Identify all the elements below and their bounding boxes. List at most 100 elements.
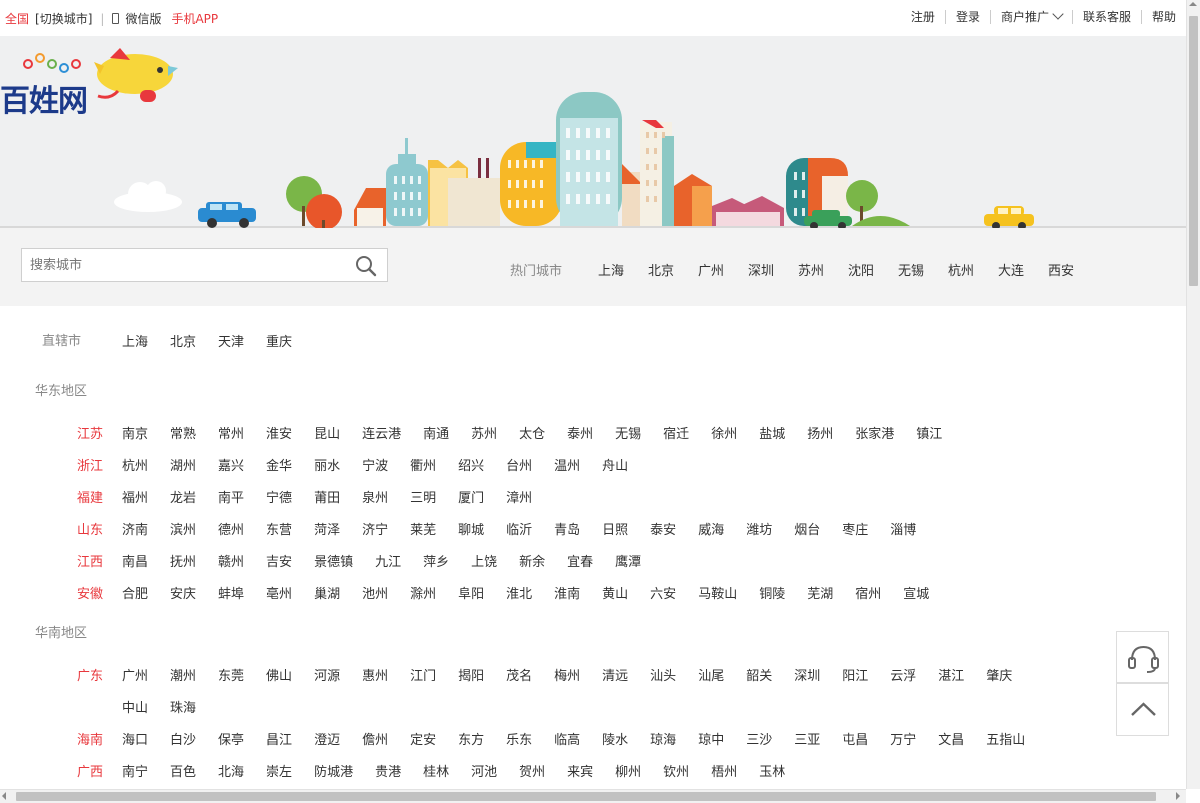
city-link[interactable]: 深圳 [794,665,820,684]
city-link[interactable]: 东方 [458,729,484,748]
city-link[interactable]: 连云港 [362,423,401,442]
help-link[interactable]: 帮助 [1140,10,1186,24]
city-link[interactable]: 重庆 [266,331,292,350]
city-link[interactable]: 宁波 [362,455,388,474]
site-logo[interactable]: 百姓网 [0,76,88,120]
city-link[interactable]: 杭州 [122,455,148,474]
city-link[interactable]: 吉安 [266,551,292,570]
hot-city-link[interactable]: 大连 [998,260,1048,279]
search-icon[interactable] [355,255,377,277]
province-fujian[interactable]: 福建 [77,487,103,506]
city-link[interactable]: 泉州 [362,487,388,506]
city-link[interactable]: 淮北 [506,583,532,602]
city-link[interactable]: 文昌 [938,729,964,748]
horizontal-scroll-thumb[interactable] [16,792,1156,801]
city-link[interactable]: 惠州 [362,665,388,684]
city-link[interactable]: 鹰潭 [615,551,641,570]
city-link[interactable]: 烟台 [794,519,820,538]
city-link[interactable]: 镇江 [916,423,942,442]
city-link[interactable]: 宜春 [567,551,593,570]
city-link[interactable]: 五指山 [986,729,1025,748]
city-link[interactable]: 泰安 [650,519,676,538]
login-link[interactable]: 登录 [944,10,990,24]
hot-city-link[interactable]: 苏州 [798,260,848,279]
city-link[interactable]: 台州 [506,455,532,474]
scroll-right-arrow[interactable] [1176,792,1180,800]
city-link[interactable]: 梅州 [554,665,580,684]
city-link[interactable]: 茂名 [506,665,532,684]
city-link[interactable]: 泰州 [567,423,593,442]
city-link[interactable]: 肇庆 [986,665,1012,684]
city-link[interactable]: 三沙 [746,729,772,748]
city-link[interactable]: 百色 [170,761,196,780]
city-link[interactable]: 亳州 [266,583,292,602]
city-link[interactable]: 金华 [266,455,292,474]
city-link[interactable]: 苏州 [471,423,497,442]
city-link[interactable]: 福州 [122,487,148,506]
city-link[interactable]: 韶关 [746,665,772,684]
province-anhui[interactable]: 安徽 [77,583,103,602]
city-link[interactable]: 乐东 [506,729,532,748]
city-link[interactable]: 池州 [362,583,388,602]
city-link[interactable]: 南平 [218,487,244,506]
city-link[interactable]: 儋州 [362,729,388,748]
city-link[interactable]: 钦州 [663,761,689,780]
hot-city-link[interactable]: 沈阳 [848,260,898,279]
city-link[interactable]: 清远 [602,665,628,684]
city-link[interactable]: 济宁 [362,519,388,538]
city-link[interactable]: 黄山 [602,583,628,602]
city-link[interactable]: 潍坊 [746,519,772,538]
city-link[interactable]: 白沙 [170,729,196,748]
city-link[interactable]: 马鞍山 [698,583,737,602]
city-link[interactable]: 南宁 [122,761,148,780]
city-link[interactable]: 东莞 [218,665,244,684]
city-link[interactable]: 南昌 [122,551,148,570]
city-link[interactable]: 徐州 [711,423,737,442]
city-link[interactable]: 佛山 [266,665,292,684]
city-link[interactable]: 阜阳 [458,583,484,602]
city-link[interactable]: 梧州 [711,761,737,780]
city-link[interactable]: 无锡 [615,423,641,442]
city-link[interactable]: 日照 [602,519,628,538]
city-link[interactable]: 贺州 [519,761,545,780]
hot-city-link[interactable]: 上海 [598,260,648,279]
horizontal-scrollbar[interactable] [0,789,1186,803]
hot-city-link[interactable]: 无锡 [898,260,948,279]
province-guangdong[interactable]: 广东 [77,665,103,684]
city-link[interactable]: 北京 [170,331,196,350]
city-link[interactable]: 东营 [266,519,292,538]
city-link[interactable]: 昆山 [314,423,340,442]
city-link[interactable]: 宿州 [855,583,881,602]
city-link[interactable]: 菏泽 [314,519,340,538]
city-link[interactable]: 崇左 [266,761,292,780]
city-link[interactable]: 汕头 [650,665,676,684]
city-link[interactable]: 中山 [122,697,148,716]
city-link[interactable]: 太仓 [519,423,545,442]
register-link[interactable]: 注册 [901,10,945,24]
city-link[interactable]: 衢州 [410,455,436,474]
city-link[interactable]: 莱芜 [410,519,436,538]
city-link[interactable]: 北海 [218,761,244,780]
city-link[interactable]: 琼海 [650,729,676,748]
city-link[interactable]: 屯昌 [842,729,868,748]
city-link[interactable]: 临沂 [506,519,532,538]
city-link[interactable]: 潮州 [170,665,196,684]
city-link[interactable]: 湖州 [170,455,196,474]
city-link[interactable]: 河源 [314,665,340,684]
city-link[interactable]: 汕尾 [698,665,724,684]
province-shandong[interactable]: 山东 [77,519,103,538]
hot-city-link[interactable]: 杭州 [948,260,998,279]
city-link[interactable]: 宁德 [266,487,292,506]
city-link[interactable]: 九江 [375,551,401,570]
city-link[interactable]: 厦门 [458,487,484,506]
merchant-menu[interactable]: 商户推广 [989,8,1072,24]
city-link[interactable]: 云浮 [890,665,916,684]
city-link[interactable]: 海口 [122,729,148,748]
city-link[interactable]: 来宾 [567,761,593,780]
mobile-app-link[interactable]: 手机APP [171,10,218,27]
city-link[interactable]: 天津 [218,331,244,350]
city-link[interactable]: 六安 [650,583,676,602]
city-link[interactable]: 防城港 [314,761,353,780]
vertical-scrollbar[interactable] [1186,0,1200,789]
city-link[interactable]: 淮南 [554,583,580,602]
